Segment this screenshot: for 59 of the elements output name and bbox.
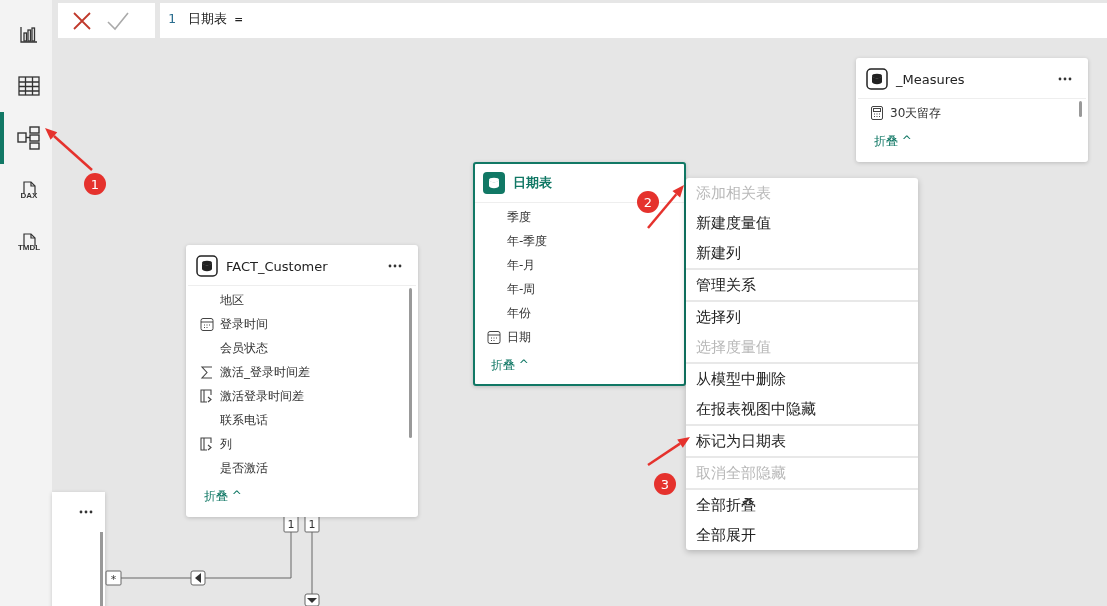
collapse-link[interactable]: 折叠 ^	[858, 127, 928, 160]
menu-item[interactable]: 管理关系	[686, 270, 918, 300]
table-icon	[18, 76, 40, 96]
collapse-link[interactable]: 折叠 ^	[188, 482, 258, 515]
table-title: _Measures	[896, 71, 966, 87]
menu-item[interactable]: 新建列	[686, 238, 918, 268]
menu-item[interactable]: 在报表视图中隐藏	[686, 394, 918, 424]
annotation-arrow	[45, 128, 93, 171]
scrollbar[interactable]	[1079, 101, 1082, 117]
sidebar-item[interactable]: DAX	[0, 164, 52, 216]
model-icon	[17, 126, 41, 150]
field-name[interactable]: 日期	[507, 328, 531, 346]
field-name[interactable]: 年-季度	[507, 232, 548, 250]
field-name[interactable]: 登录时间	[220, 315, 268, 333]
menu-item[interactable]: 选择列	[686, 302, 918, 332]
menu-item[interactable]: 新建度量值	[686, 208, 918, 238]
field-name[interactable]: 30天留存	[890, 104, 942, 122]
formula-editor[interactable]: 1 日期表 =	[160, 3, 1107, 38]
code-text: 日期表 =	[187, 9, 243, 28]
bar-chart-icon	[19, 24, 39, 44]
field-name[interactable]: 年份	[507, 304, 531, 322]
table-card[interactable]: FACT_Customer 地区 登录时间 会员状态 激活_登录时间差 激活登录时间差 联系电话 列 是否激活 折叠 ^	[186, 245, 418, 517]
check-icon[interactable]	[106, 10, 130, 31]
field-name[interactable]: 会员状态	[220, 339, 268, 357]
field-name[interactable]: 激活登录时间差	[220, 387, 304, 405]
table-title: FACT_Customer	[226, 258, 329, 274]
annotation-arrow	[647, 437, 690, 467]
field-name[interactable]: 年-月	[507, 256, 536, 274]
database-icon	[196, 255, 218, 277]
sidebar-item[interactable]: TMDL	[0, 216, 52, 268]
field-name[interactable]: 联系电话	[220, 411, 268, 429]
calculated-column-icon	[200, 436, 214, 452]
field-name[interactable]: 列	[220, 435, 232, 453]
calculator-icon	[870, 106, 884, 120]
menu-item[interactable]: 全部折叠	[686, 490, 918, 520]
sigma-icon	[200, 365, 214, 379]
more-icon[interactable]	[388, 264, 402, 268]
field-name[interactable]: 激活_登录时间差	[220, 363, 310, 381]
scrollbar[interactable]	[409, 288, 412, 438]
field-name[interactable]: 季度	[507, 208, 531, 226]
collapse-link[interactable]: 折叠 ^	[475, 351, 545, 384]
cardinality-label: *	[105, 570, 122, 586]
menu-item[interactable]: 从模型中删除	[686, 364, 918, 394]
cancel-icon[interactable]	[72, 10, 92, 31]
field-name[interactable]: 年-周	[507, 280, 536, 298]
table-title: 日期表	[513, 174, 553, 192]
database-icon	[866, 68, 888, 90]
database-icon	[483, 172, 505, 194]
table-card[interactable]: _Measures 30天留存 折叠 ^	[856, 58, 1088, 162]
more-icon[interactable]	[1058, 77, 1072, 81]
calculated-column-icon	[200, 388, 214, 404]
field-name[interactable]: 地区	[220, 291, 244, 309]
field-name[interactable]: 是否激活	[220, 459, 268, 477]
more-icon[interactable]	[79, 510, 93, 514]
calendar-icon	[200, 317, 214, 331]
menu-item[interactable]: 全部展开	[686, 520, 918, 550]
line-number: 1	[168, 11, 176, 26]
calendar-icon	[487, 330, 501, 344]
menu-item[interactable]: 标记为日期表	[686, 426, 918, 456]
